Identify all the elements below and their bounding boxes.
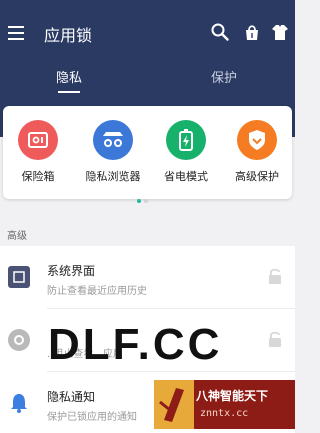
safe-icon [18,120,58,160]
page-dot [144,199,148,203]
lock-icon[interactable] [268,331,282,347]
watermark-url: znntx.cc [200,408,249,419]
watermark-text: DLF.CC [48,320,223,369]
feature-label: 保险箱 [21,170,55,183]
active-tab-indicator [58,91,80,93]
tab-protect[interactable]: 保护 [211,67,237,86]
watermark-logo-icon [154,380,194,429]
section-title: 高级 [7,231,27,242]
row-title: 隐私通知 [47,390,96,404]
watermark-brand: 八神智能天下 [196,389,269,403]
battery-icon [166,120,206,160]
search-icon[interactable] [210,22,230,42]
lock-icon[interactable] [268,268,282,284]
incognito-icon [93,120,133,160]
recent-apps-icon [8,266,30,288]
row-title: 系统界面 [47,264,96,278]
feature-browser[interactable]: 隐私浏览器 [80,120,146,184]
feature-battery[interactable]: 省电模式 [153,120,219,184]
feature-label: 高级保护 [235,170,279,183]
feature-card: 保险箱 隐私浏览器 省电模式 高级保护 [3,106,292,199]
page-title: 应用锁 [44,26,93,45]
shirt-icon[interactable] [270,22,290,42]
gear-icon [8,329,30,351]
tab-privacy[interactable]: 隐私 [56,67,82,86]
bell-icon [11,394,27,413]
page-dot-active [137,199,141,203]
page-indicator [137,188,151,203]
broom-icon[interactable] [242,22,262,42]
shield-icon [237,120,277,160]
feature-label: 隐私浏览器 [85,170,141,183]
list-item[interactable]: 系统界面 防止查看最近应用历史 [0,246,295,308]
feature-label: 省电模式 [164,170,208,183]
menu-icon[interactable] [8,26,24,40]
row-subtitle: 防止查看最近应用历史 [47,286,147,297]
feature-advanced-protect[interactable]: 高级保护 [224,120,290,184]
row-subtitle: 保护已锁应用的通知 [47,412,137,423]
watermark-badge: 八神智能天下 znntx.cc [154,380,295,429]
feature-safe[interactable]: 保险箱 [5,120,71,184]
